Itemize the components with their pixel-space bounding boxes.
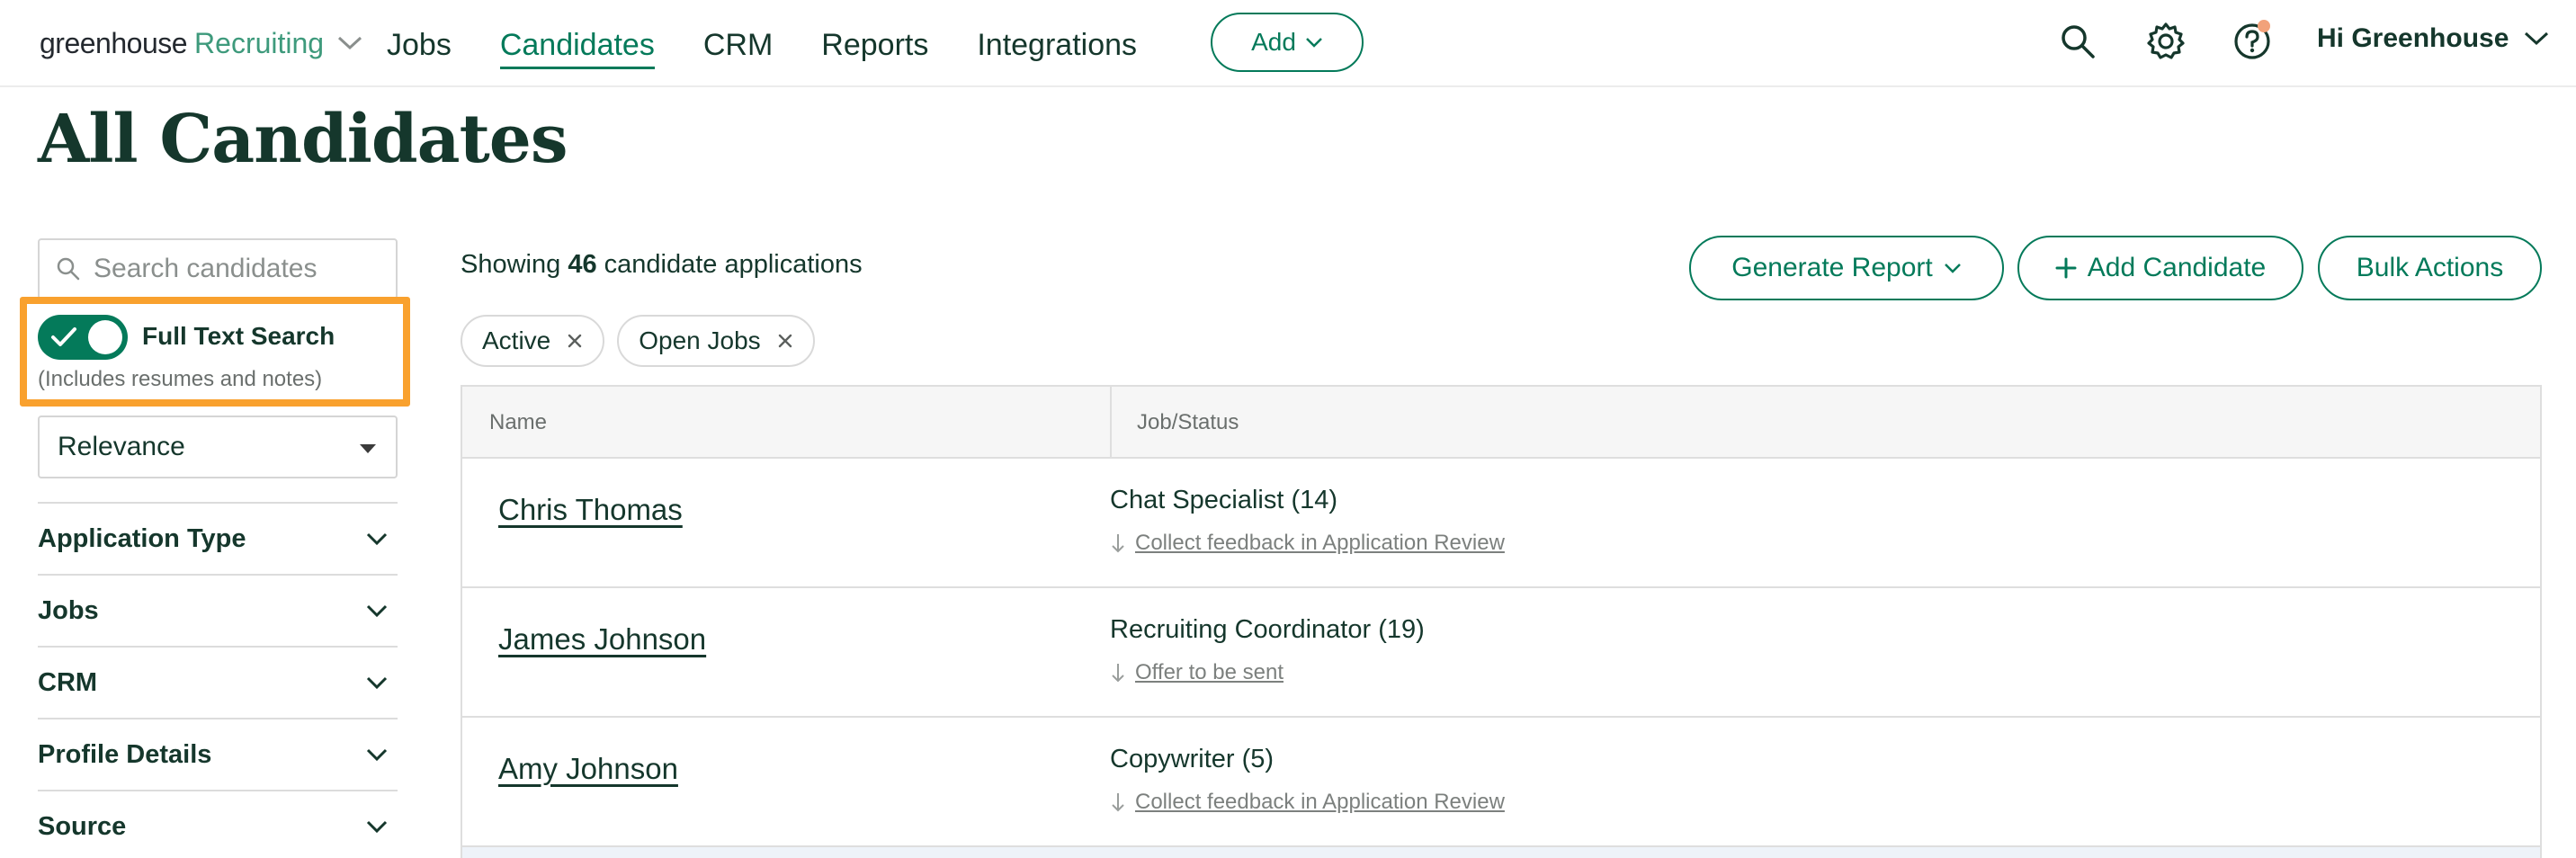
toggle-knob — [88, 320, 122, 354]
chevron-down-icon — [2525, 31, 2549, 46]
arrow-down-icon — [1112, 534, 1124, 553]
search-icon — [2062, 25, 2095, 58]
plus-icon — [2055, 257, 2077, 279]
job-title: Chat Specialist (14) — [1110, 486, 1338, 514]
search-candidates-input[interactable] — [94, 254, 381, 284]
table-row: Chris Thomas Chat Specialist (14) Collec… — [462, 459, 2540, 588]
search-button[interactable] — [2053, 16, 2103, 67]
filter-label: CRM — [38, 667, 98, 697]
app-logo-switcher[interactable]: greenhouse Recruiting — [40, 25, 363, 61]
generate-report-label: Generate Report — [1731, 253, 1933, 282]
arrow-down-icon — [1112, 664, 1124, 683]
job-status: Collect feedback in Application Review — [1110, 531, 1505, 556]
filter-source[interactable]: Source — [38, 790, 398, 858]
candidate-name-link[interactable]: Chris Thomas — [498, 493, 683, 527]
filter-label: Source — [38, 811, 127, 841]
main-nav: Jobs Candidates CRM Reports Integrations — [387, 23, 1185, 69]
filter-jobs[interactable]: Jobs — [38, 574, 398, 646]
chevron-down-icon — [338, 36, 362, 50]
filter-label: Application Type — [38, 523, 246, 553]
generate-report-button[interactable]: Generate Report — [1689, 236, 2004, 300]
user-greeting: Hi Greenhouse — [2317, 23, 2509, 53]
arrow-down-icon — [1112, 793, 1124, 812]
nav-integrations[interactable]: Integrations — [977, 23, 1137, 69]
candidate-name-link[interactable]: Amy Johnson — [498, 752, 678, 786]
filter-application-type[interactable]: Application Type — [38, 502, 398, 574]
nav-jobs[interactable]: Jobs — [387, 23, 452, 69]
chevron-down-icon — [1306, 38, 1322, 48]
showing-suffix: candidate applications — [604, 250, 863, 279]
add-candidate-label: Add Candidate — [2087, 253, 2267, 282]
nav-candidates[interactable]: Candidates — [499, 23, 655, 69]
filter-profile-details[interactable]: Profile Details — [38, 718, 398, 790]
top-navigation: greenhouse Recruiting Jobs Candidates CR… — [0, 0, 2576, 87]
close-icon — [778, 334, 792, 348]
notification-dot — [2258, 20, 2270, 32]
sort-select[interactable]: Relevance — [38, 416, 398, 478]
column-divider — [1110, 387, 1112, 459]
table-header: Name Job/Status — [462, 387, 2540, 459]
filter-chip-open-jobs: Open Jobs — [617, 315, 815, 367]
candidate-name-link[interactable]: James Johnson — [498, 622, 706, 657]
close-icon — [568, 334, 582, 348]
remove-chip-button[interactable] — [567, 333, 583, 349]
chevron-down-icon — [366, 604, 388, 618]
remove-chip-button[interactable] — [777, 333, 793, 349]
full-text-search-label: Full Text Search — [142, 322, 335, 350]
filter-label: Jobs — [38, 595, 99, 625]
filter-list: Application Type Jobs CRM Profile Detail… — [38, 502, 398, 858]
active-filter-chips: Active Open Jobs — [461, 315, 815, 367]
logo-product: Recruiting — [194, 26, 325, 59]
table-row: Amy Johnson Copywriter (5) Collect feedb… — [462, 718, 2540, 847]
add-menu-button[interactable]: Add — [1211, 13, 1364, 72]
filter-crm[interactable]: CRM — [38, 646, 398, 718]
gear-icon — [2147, 22, 2185, 59]
search-icon — [57, 257, 80, 281]
check-icon — [51, 327, 76, 346]
chevron-down-icon — [366, 532, 388, 546]
candidate-search-box — [38, 238, 398, 299]
column-header-name[interactable]: Name — [489, 387, 547, 459]
user-menu[interactable]: Hi Greenhouse — [2317, 23, 2550, 54]
showing-prefix: Showing — [461, 250, 561, 279]
page-title: All Candidates — [38, 101, 568, 178]
filter-label: Profile Details — [38, 739, 212, 769]
bulk-actions-label: Bulk Actions — [2356, 253, 2504, 282]
status-link[interactable]: Collect feedback in Application Review — [1135, 531, 1505, 556]
logo-brand: greenhouse — [40, 26, 188, 59]
help-button[interactable] — [2227, 16, 2277, 67]
full-text-search-toggle[interactable] — [38, 315, 128, 360]
chip-label: Open Jobs — [639, 326, 761, 354]
nav-crm[interactable]: CRM — [703, 23, 773, 69]
table-row: James Johnson Recruiting Coordinator (19… — [462, 588, 2540, 718]
caret-down-icon — [360, 444, 376, 453]
job-status: Collect feedback in Application Review — [1110, 790, 1505, 815]
job-title: Copywriter (5) — [1110, 745, 1275, 773]
settings-button[interactable] — [2141, 16, 2191, 67]
chevron-down-icon — [366, 820, 388, 834]
job-status: Offer to be sent — [1110, 660, 1284, 685]
sort-value: Relevance — [58, 432, 185, 461]
column-header-job-status[interactable]: Job/Status — [1137, 387, 1239, 459]
results-count: Showing 46 candidate applications — [461, 250, 863, 280]
chip-label: Active — [482, 326, 551, 354]
filter-chip-active: Active — [461, 315, 605, 367]
nav-reports[interactable]: Reports — [821, 23, 928, 69]
add-button-label: Add — [1251, 28, 1296, 56]
add-candidate-button[interactable]: Add Candidate — [2017, 236, 2303, 300]
chevron-down-icon — [366, 676, 388, 690]
bulk-actions-button[interactable]: Bulk Actions — [2318, 236, 2542, 300]
chevron-down-icon — [1944, 264, 1961, 273]
showing-count: 46 — [568, 250, 597, 279]
table-row-partial — [462, 847, 2540, 858]
status-link[interactable]: Collect feedback in Application Review — [1135, 790, 1505, 815]
status-link[interactable]: Offer to be sent — [1135, 660, 1284, 685]
full-text-search-sublabel: (Includes resumes and notes) — [38, 367, 323, 391]
chevron-down-icon — [366, 748, 388, 762]
candidates-table: Name Job/Status Chris Thomas Chat Specia… — [461, 385, 2542, 858]
job-title: Recruiting Coordinator (19) — [1110, 615, 1425, 644]
